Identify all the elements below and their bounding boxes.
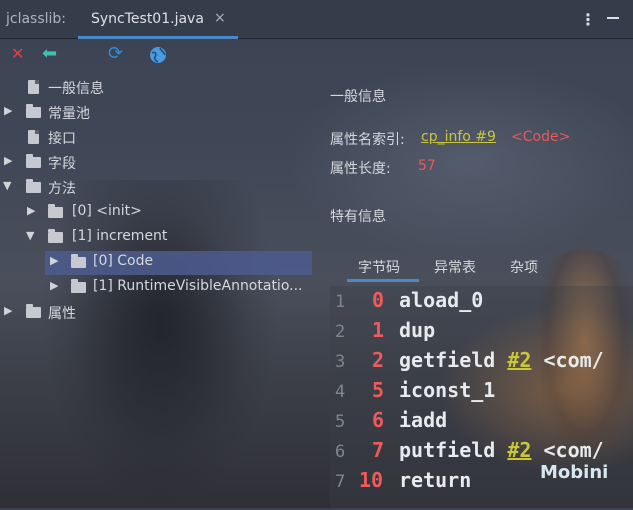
- refresh-icon[interactable]: ⟳: [108, 45, 123, 63]
- constant-pool-ref-link[interactable]: #2: [507, 438, 531, 462]
- tree-item-label: 方法: [48, 181, 76, 197]
- tree-item-label: [0] Code: [93, 253, 154, 269]
- tab-bytecode[interactable]: 字节码: [358, 257, 400, 277]
- bytecode-instruction: dup: [399, 318, 436, 342]
- line-number: 6: [335, 442, 346, 462]
- tree-item-method-init[interactable]: ▶ [0] <init>: [0, 201, 320, 225]
- attribute-length-value: 57: [418, 158, 436, 174]
- bytecode-offset: 1: [372, 318, 385, 342]
- tree-item-label: [1] increment: [72, 228, 168, 244]
- back-arrow-icon[interactable]: ⬅: [42, 45, 57, 63]
- line-number: 5: [335, 412, 346, 432]
- name-index-link[interactable]: cp_info #9: [421, 129, 496, 145]
- line-number: 4: [335, 382, 346, 402]
- specific-info-heading: 特有信息: [330, 209, 386, 225]
- folder-icon: [48, 204, 63, 218]
- ref-comment: <com/: [543, 348, 604, 372]
- tree-item-fields[interactable]: ▶ 字段: [0, 151, 320, 175]
- bytecode-line: 1 0 aload_0: [330, 286, 633, 316]
- expand-arrow-icon[interactable]: ▶: [4, 154, 12, 167]
- general-info-heading: 一般信息: [330, 89, 386, 105]
- opcode: getfield: [399, 348, 496, 372]
- folder-icon: [71, 279, 86, 293]
- tree-item-runtime-annotations[interactable]: ▶ [1] RuntimeVisibleAnnotatio...: [45, 276, 320, 300]
- editor-tab-bar: jclasslib: SyncTest01.java × ⋮: [0, 0, 633, 39]
- collapse-arrow-icon[interactable]: ▼: [3, 179, 11, 192]
- bytecode-line: 5 6 iadd: [330, 406, 633, 436]
- tab-misc[interactable]: 杂项: [510, 257, 538, 277]
- opcode: putfield: [399, 438, 496, 462]
- bytecode-instruction: iconst_1: [399, 378, 496, 402]
- expand-arrow-icon[interactable]: ▶: [4, 304, 12, 317]
- active-subtab-indicator: [347, 279, 419, 282]
- folder-icon: [26, 154, 41, 168]
- close-icon[interactable]: ✕: [11, 46, 24, 62]
- minimize-icon[interactable]: [607, 17, 619, 19]
- tree-item-attributes[interactable]: ▶ 属性: [0, 301, 320, 325]
- bytecode-offset: 0: [372, 288, 385, 312]
- tree-item-label: 接口: [48, 131, 76, 147]
- file-icon: [28, 80, 39, 94]
- bytecode-line: 2 1 dup: [330, 316, 633, 346]
- tree-item-label: 常量池: [48, 106, 90, 122]
- bytecode-instruction: return: [399, 468, 472, 492]
- line-number: 1: [335, 292, 346, 312]
- browser-globe-icon[interactable]: [149, 46, 167, 67]
- line-number: 2: [335, 322, 346, 342]
- toolbar: ✕ ⬅ ⟳: [0, 38, 633, 72]
- tab-label[interactable]: SyncTest01.java: [91, 11, 204, 27]
- specific-info-tabs: 字节码 异常表 杂项: [330, 248, 633, 282]
- tree-item-label: [0] <init>: [72, 203, 142, 219]
- folder-icon: [48, 229, 63, 243]
- expand-arrow-icon[interactable]: ▶: [27, 204, 35, 217]
- line-number: 7: [335, 472, 346, 492]
- bytecode-line: 3 2 getfield #2 <com/: [330, 346, 633, 376]
- tree-item-method-increment[interactable]: ▼ [1] increment: [0, 226, 320, 250]
- attribute-length-label: 属性长度:: [330, 161, 391, 177]
- expand-arrow-icon[interactable]: ▶: [4, 104, 12, 117]
- bytecode-offset: 7: [372, 438, 385, 462]
- folder-icon: [26, 304, 41, 318]
- tab-synctest01[interactable]: SyncTest01.java ×: [78, 0, 238, 39]
- tool-window-label: jclasslib:: [6, 11, 67, 27]
- tree-item-label: 属性: [48, 306, 76, 322]
- constant-pool-ref-link[interactable]: #2: [507, 348, 531, 372]
- ref-comment: <com/: [543, 438, 604, 462]
- tree-item-label: [1] RuntimeVisibleAnnotatio...: [93, 278, 303, 294]
- bytecode-line: 4 5 iconst_1: [330, 376, 633, 406]
- name-index-label: 属性名索引:: [330, 132, 405, 148]
- collapse-arrow-icon[interactable]: ▼: [26, 229, 34, 242]
- tree-item-code[interactable]: ▶ [0] Code: [45, 251, 312, 275]
- expand-arrow-icon[interactable]: ▶: [50, 279, 58, 292]
- folder-icon: [71, 254, 86, 268]
- folder-icon: [26, 179, 41, 193]
- tree-item-constant-pool[interactable]: ▶ 常量池: [0, 101, 320, 125]
- expand-arrow-icon[interactable]: ▶: [50, 254, 58, 267]
- tree-item-methods[interactable]: ▼ 方法: [0, 176, 320, 200]
- bytecode-offset: 10: [359, 468, 384, 492]
- bytecode-instruction: aload_0: [399, 288, 484, 312]
- bytecode-instruction: getfield #2 <com/: [399, 348, 604, 372]
- line-number: 3: [335, 352, 346, 372]
- close-tab-icon[interactable]: ×: [214, 10, 226, 26]
- bytecode-instruction: iadd: [399, 408, 448, 432]
- bytecode-offset: 6: [372, 408, 385, 432]
- tree-item-general-info[interactable]: 一般信息: [0, 76, 320, 100]
- name-index-value: <Code>: [511, 129, 571, 145]
- tree-item-label: 字段: [48, 156, 76, 172]
- tree-item-interfaces[interactable]: 接口: [0, 126, 320, 150]
- tab-exception-table[interactable]: 异常表: [434, 257, 476, 277]
- bytecode-offset: 5: [372, 378, 385, 402]
- tree-item-label: 一般信息: [48, 81, 104, 97]
- file-icon: [28, 130, 39, 144]
- watermark-text: Mobini: [540, 462, 609, 483]
- bytecode-instruction: putfield #2 <com/: [399, 438, 604, 462]
- more-options-icon[interactable]: ⋮: [580, 10, 596, 29]
- bytecode-offset: 2: [372, 348, 385, 372]
- class-structure-tree: 一般信息 ▶ 常量池 接口 ▶ 字段 ▼ 方法 ▶ [0] <init> ▼ […: [0, 76, 320, 326]
- folder-icon: [26, 104, 41, 118]
